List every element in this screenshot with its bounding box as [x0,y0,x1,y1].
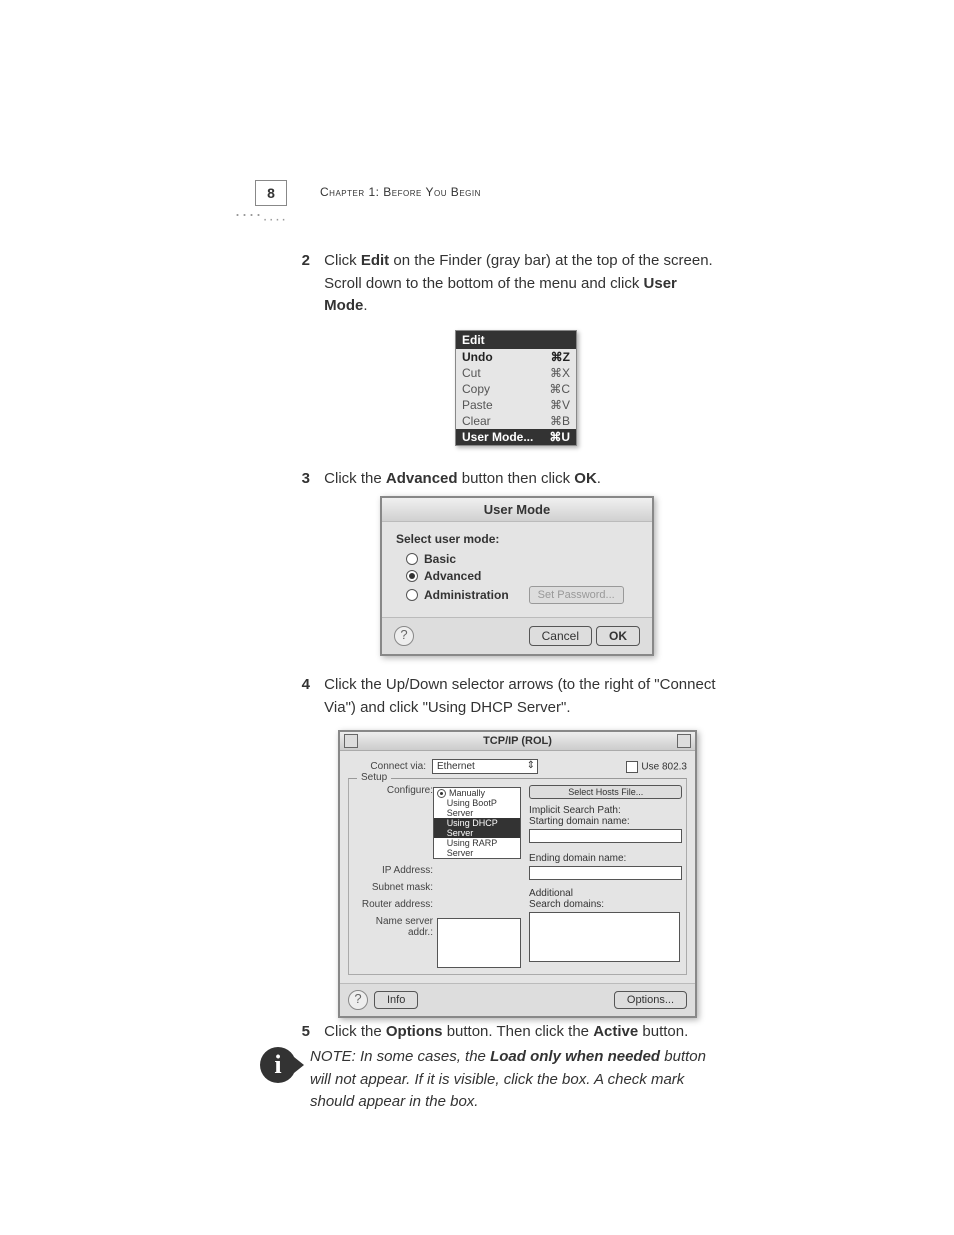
step-text: Click the Options button. Then click the… [324,1021,724,1044]
step-4: 4 Click the Up/Down selector arrows (to … [290,674,730,719]
set-password-button: Set Password... [529,586,624,604]
ip-address-label: IP Address: [355,865,433,876]
zoom-icon[interactable] [677,734,691,748]
router-address-label: Router address: [355,899,433,910]
step-text: Click the Advanced button then click OK. [324,468,724,491]
ending-domain-input[interactable] [529,866,682,880]
cancel-button[interactable]: Cancel [529,626,592,646]
close-icon[interactable] [344,734,358,748]
use-8023-checkbox[interactable] [626,761,638,773]
name-server-label: Name server addr.: [355,916,433,938]
starting-domain-label: Starting domain name: [529,816,680,827]
option-dhcp[interactable]: Using DHCP Server [434,818,520,838]
info-icon [260,1047,296,1083]
step-number: 2 [290,250,310,273]
step-number: 5 [290,1021,310,1044]
option-manually[interactable]: Manually [434,788,520,798]
tcpip-window: TCP/IP (ROL) Connect via: Ethernet Use 8… [338,730,697,1018]
use-8023-label: Use 802.3 [641,761,687,772]
setup-label: Setup [357,772,391,783]
step-number: 4 [290,674,310,697]
configure-dropdown[interactable]: Manually Using BootP Server Using DHCP S… [433,787,521,859]
radio-icon [406,589,418,601]
options-button[interactable]: Options... [614,991,687,1009]
window-title: TCP/IP (ROL) [358,735,677,747]
name-server-input[interactable] [437,918,521,968]
menu-item-copy[interactable]: Copy⌘C [456,381,576,397]
help-icon[interactable]: ? [348,990,368,1010]
option-rarp[interactable]: Using RARP Server [434,838,520,858]
radio-icon [406,553,418,565]
step-text: Click the Up/Down selector arrows (to th… [324,674,724,719]
starting-domain-input[interactable] [529,829,682,843]
info-button[interactable]: Info [374,991,418,1009]
menu-item-undo[interactable]: Undo⌘Z [456,349,576,365]
radio-basic[interactable]: Basic [406,552,638,566]
additional-label: Additional [529,888,680,899]
search-domains-label: Search domains: [529,899,680,910]
note-text: NOTE: In some cases, the Load only when … [310,1046,730,1114]
radio-icon [406,570,418,582]
step-number: 3 [290,468,310,491]
menu-item-clear[interactable]: Clear⌘B [456,413,576,429]
edit-menu-figure: Edit Undo⌘Z Cut⌘X Copy⌘C Paste⌘V Clear⌘B… [455,330,577,446]
chapter-title: Chapter 1: Before You Begin [320,185,481,199]
dialog-title: User Mode [382,498,652,522]
subnet-mask-label: Subnet mask: [355,882,433,893]
decorative-dots: ........ [235,200,288,225]
step-5: 5 Click the Options button. Then click t… [290,1021,730,1044]
user-mode-dialog: User Mode Select user mode: Basic Advanc… [380,496,654,656]
search-domains-input[interactable] [529,912,680,962]
ok-button[interactable]: OK [596,626,640,646]
configure-label: Configure: [355,785,433,859]
select-hosts-button[interactable]: Select Hosts File... [529,785,682,799]
implicit-search-label: Implicit Search Path: [529,805,680,816]
step-3: 3 Click the Advanced button then click O… [290,468,730,491]
step-2: 2 Click Edit on the Finder (gray bar) at… [290,250,730,318]
help-icon[interactable]: ? [394,626,414,646]
connect-via-label: Connect via: [348,761,426,772]
ending-domain-label: Ending domain name: [529,853,680,864]
edit-menu-title: Edit [456,331,576,349]
option-bootp[interactable]: Using BootP Server [434,798,520,818]
menu-item-cut[interactable]: Cut⌘X [456,365,576,381]
menu-item-user-mode[interactable]: User Mode...⌘U [456,429,576,445]
select-user-mode-label: Select user mode: [396,532,638,546]
radio-administration[interactable]: AdministrationSet Password... [406,586,638,604]
menu-item-paste[interactable]: Paste⌘V [456,397,576,413]
radio-advanced[interactable]: Advanced [406,569,638,583]
step-text: Click Edit on the Finder (gray bar) at t… [324,250,724,318]
connect-via-dropdown[interactable]: Ethernet [432,759,538,774]
